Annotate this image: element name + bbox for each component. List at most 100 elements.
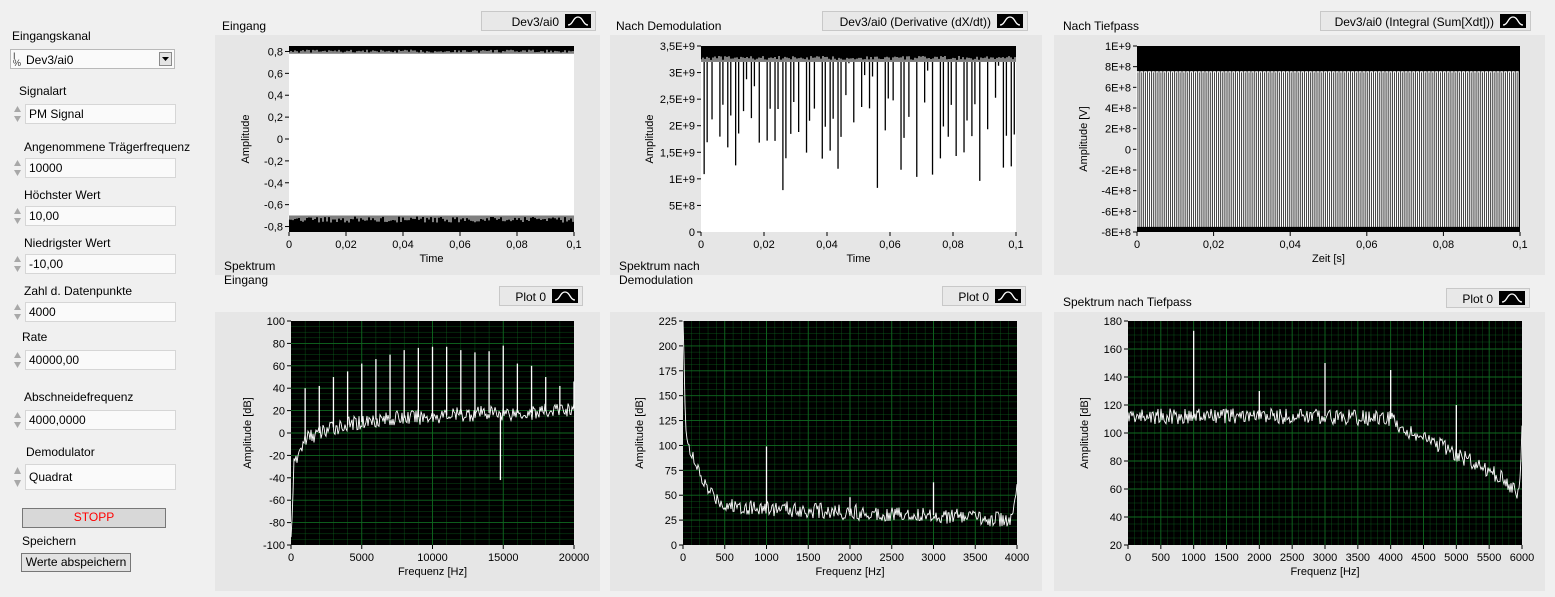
y-tick-label: 25: [665, 515, 677, 527]
x-tick-label: 500: [716, 552, 734, 564]
x-tick-label: 0,04: [392, 239, 413, 251]
y-tick-label: 0,6: [268, 68, 283, 80]
x-tick-label: 0,08: [506, 239, 527, 251]
x-tick-label: 3500: [1346, 552, 1370, 564]
x-tick-label: 0,02: [753, 239, 774, 251]
x-axis-label: Zeit [s]: [1312, 253, 1345, 265]
x-tick-label: 0,08: [942, 239, 963, 251]
x-tick-label: 0,1: [566, 239, 581, 251]
y-tick-label: 60: [273, 361, 285, 373]
y-tick-label: 2E+9: [669, 121, 695, 133]
x-axis-label: Frequenz [Hz]: [815, 566, 884, 578]
x-axis-label: Frequenz [Hz]: [398, 566, 467, 578]
y-tick-label: 80: [273, 338, 285, 350]
y-tick-label: 0: [1125, 144, 1131, 156]
x-tick-label: 5500: [1477, 552, 1501, 564]
y-tick-label: 150: [659, 391, 677, 403]
y-tick-label: 50: [665, 490, 677, 502]
x-tick-label: 2500: [1280, 552, 1304, 564]
signal-envelope: [289, 53, 574, 216]
y-tick-label: 80: [1110, 456, 1122, 468]
y-tick-label: 100: [267, 316, 285, 328]
y-tick-label: 40: [1110, 512, 1122, 524]
y-tick-label: 1E+9: [1105, 41, 1131, 53]
y-tick-label: -0,8: [264, 222, 283, 234]
x-tick-label: 0,02: [335, 239, 356, 251]
y-tick-label: 140: [1104, 372, 1122, 384]
y-tick-label: -4E+8: [1101, 186, 1131, 198]
x-tick-label: 0,04: [1279, 239, 1300, 251]
y-axis-label: Amplitude [dB]: [634, 397, 646, 469]
y-tick-label: -2E+8: [1101, 165, 1131, 177]
y-tick-label: 20: [1110, 540, 1122, 552]
x-tick-label: 1500: [1214, 552, 1238, 564]
signal-envelope: [701, 61, 1016, 232]
x-tick-label: 2500: [880, 552, 904, 564]
x-tick-label: 0,02: [1203, 239, 1224, 251]
x-tick-label: 0: [1134, 239, 1140, 251]
y-tick-label: 200: [659, 341, 677, 353]
y-tick-label: 40: [273, 383, 285, 395]
y-tick-label: 0: [671, 540, 677, 552]
y-tick-label: 180: [1104, 316, 1122, 328]
y-tick-label: 0: [279, 428, 285, 440]
x-tick-label: 0,06: [1356, 239, 1377, 251]
graphs-canvas: 0 0,02 0,04 0,06 0,08 0,1 0,8 0,6 0,4 0,2 0 -0,2 -0,…: [240, 41, 1534, 578]
y-tick-label: 100: [1104, 428, 1122, 440]
y-tick-label: 175: [659, 366, 677, 378]
y-tick-label: 120: [1104, 400, 1122, 412]
y-tick-label: -40: [269, 473, 285, 485]
y-tick-label: 225: [659, 316, 677, 328]
x-tick-label: 0: [680, 552, 686, 564]
y-axis-label: Amplitude: [240, 115, 252, 164]
y-tick-label: -0,4: [264, 178, 283, 190]
y-axis-label: Amplitude [dB]: [242, 397, 254, 469]
y-tick-label: -100: [263, 540, 285, 552]
y-tick-label: -20: [269, 450, 285, 462]
x-tick-label: 5000: [350, 552, 374, 564]
x-tick-label: 15000: [488, 552, 519, 564]
y-tick-label: 3,5E+9: [660, 41, 695, 53]
x-tick-label: 0: [1125, 552, 1131, 564]
y-tick-label: -0,2: [264, 156, 283, 168]
y-tick-label: 1E+9: [669, 174, 695, 186]
x-axis-label: Time: [846, 253, 870, 265]
x-tick-label: 3500: [963, 552, 987, 564]
y-tick-label: 100: [659, 440, 677, 452]
y-tick-label: 1,5E+9: [660, 147, 695, 159]
y-tick-label: 0: [689, 227, 695, 239]
y-tick-label: 4E+8: [1105, 103, 1131, 115]
y-tick-label: -6E+8: [1101, 206, 1131, 218]
y-tick-label: 60: [1110, 484, 1122, 496]
y-tick-label: 2,5E+9: [660, 94, 695, 106]
x-tick-label: 500: [1152, 552, 1170, 564]
y-tick-label: 125: [659, 416, 677, 428]
x-tick-label: 0,04: [816, 239, 837, 251]
y-axis-label: Amplitude: [644, 115, 656, 164]
x-tick-label: 0: [288, 552, 294, 564]
x-tick-label: 0: [698, 239, 704, 251]
x-tick-label: 0,06: [449, 239, 470, 251]
x-tick-label: 0,08: [1433, 239, 1454, 251]
x-tick-label: 1000: [754, 552, 778, 564]
x-tick-label: 5000: [1444, 552, 1468, 564]
y-tick-label: 160: [1104, 344, 1122, 356]
x-tick-label: 0,1: [1008, 239, 1023, 251]
x-axis-label: Time: [419, 253, 443, 265]
y-tick-label: -8E+8: [1101, 227, 1131, 239]
x-tick-label: 6000: [1510, 552, 1534, 564]
y-tick-label: 20: [273, 406, 285, 418]
x-tick-label: 0: [286, 239, 292, 251]
y-tick-label: 2E+8: [1105, 124, 1131, 136]
x-tick-label: 3000: [1313, 552, 1337, 564]
x-tick-label: 1000: [1181, 552, 1205, 564]
y-tick-label: 0,4: [268, 90, 283, 102]
x-tick-label: 0,06: [879, 239, 900, 251]
y-tick-label: 8E+8: [1105, 62, 1131, 74]
y-axis-label: Amplitude [V]: [1078, 106, 1090, 171]
x-tick-label: 4500: [1411, 552, 1435, 564]
y-tick-label: 5E+8: [669, 200, 695, 212]
x-tick-label: 2000: [838, 552, 862, 564]
y-tick-label: -80: [269, 518, 285, 530]
y-tick-label: -0,6: [264, 200, 283, 212]
